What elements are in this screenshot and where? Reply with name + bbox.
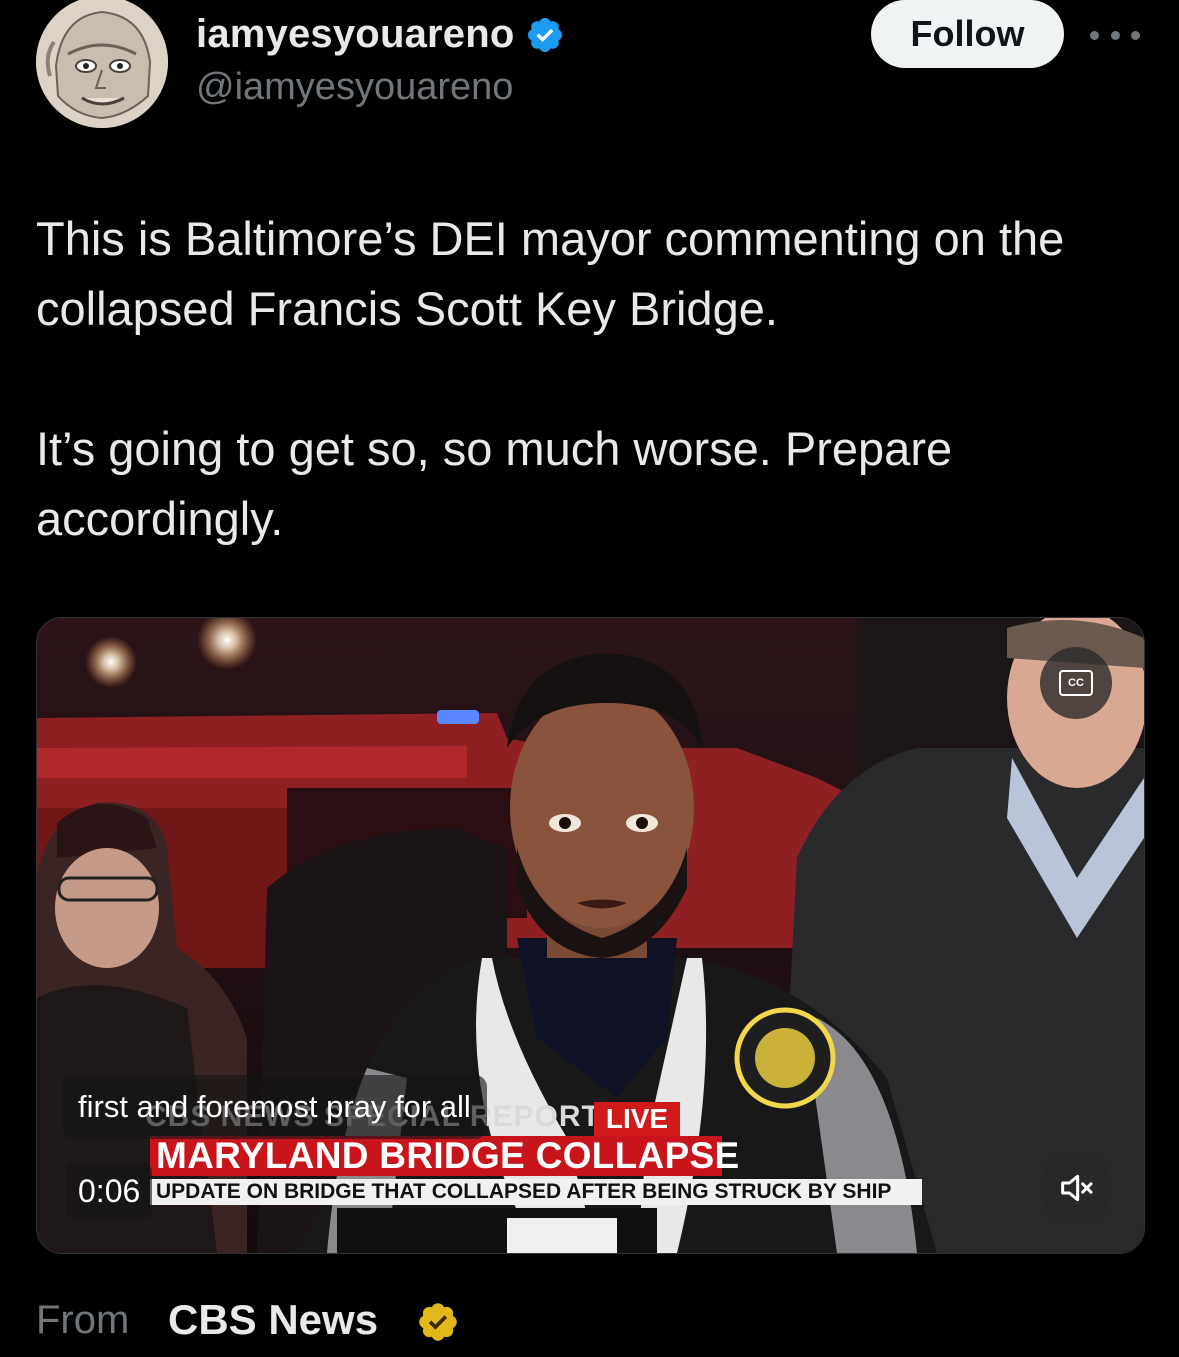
gold-verified-badge-icon	[419, 1303, 457, 1341]
display-name-text[interactable]: iamyesyouareno	[196, 12, 515, 57]
source-name-link[interactable]: CBS News	[168, 1296, 378, 1344]
speaker-muted-icon	[1061, 1174, 1093, 1202]
author-display-name[interactable]: iamyesyouareno	[196, 12, 565, 57]
tweet-paragraph: It’s going to get so, so much worse. Pre…	[36, 422, 953, 545]
author-avatar[interactable]	[36, 0, 168, 128]
video-caption: first and foremost pray for all	[62, 1075, 487, 1139]
video-timestamp: 0:06	[66, 1162, 153, 1220]
author-handle[interactable]: @iamyesyouareno	[196, 66, 513, 109]
verified-badge-icon	[527, 17, 562, 52]
more-options-icon[interactable]	[1090, 26, 1140, 44]
follow-button[interactable]: Follow	[871, 0, 1064, 68]
cc-icon: CC	[1059, 670, 1093, 696]
closed-captions-button[interactable]: CC	[1040, 647, 1112, 719]
from-label: From	[36, 1298, 130, 1342]
broadcast-subheadline: UPDATE ON BRIDGE THAT COLLAPSED AFTER BE…	[150, 1179, 922, 1205]
broadcast-headline: MARYLAND BRIDGE COLLAPSE	[150, 1135, 739, 1176]
live-badge: LIVE	[594, 1102, 680, 1136]
mute-toggle-button[interactable]	[1040, 1152, 1112, 1224]
tweet-paragraph: This is Baltimore’s DEI mayor commenting…	[36, 212, 1065, 335]
tweet-text: This is Baltimore’s DEI mayor commenting…	[36, 204, 1146, 554]
